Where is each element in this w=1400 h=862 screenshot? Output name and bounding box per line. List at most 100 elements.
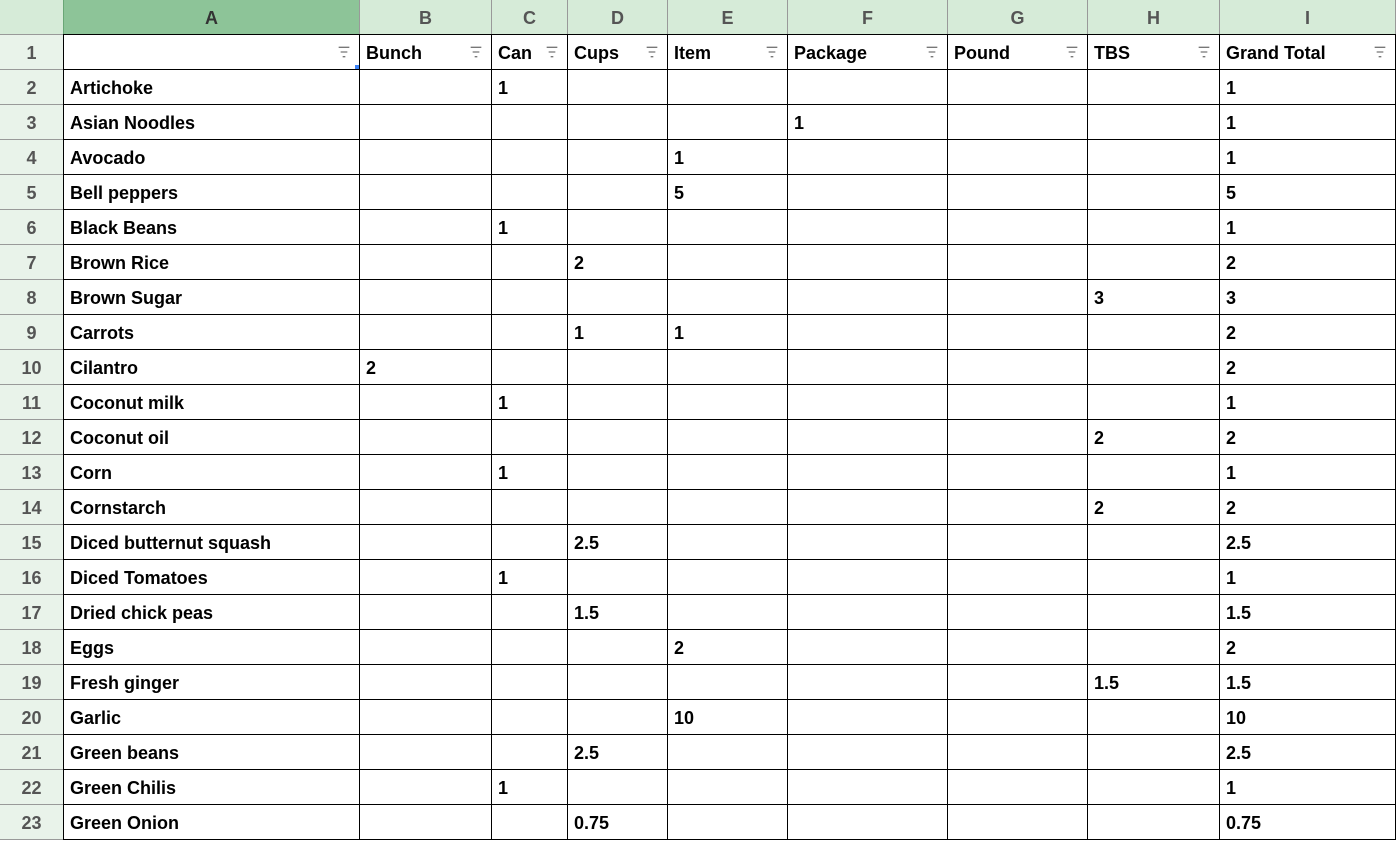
cell-B2[interactable] xyxy=(359,69,492,105)
column-header-E[interactable]: E xyxy=(667,0,788,35)
cell-F19[interactable] xyxy=(787,664,948,700)
cell-F7[interactable] xyxy=(787,244,948,280)
column-header-I[interactable]: I xyxy=(1219,0,1396,35)
cell-F20[interactable] xyxy=(787,699,948,735)
cell-A3[interactable]: Asian Noodles xyxy=(63,104,360,140)
cell-E20[interactable]: 10 xyxy=(667,699,788,735)
cell-G6[interactable] xyxy=(947,209,1088,245)
cell-E8[interactable] xyxy=(667,279,788,315)
cell-D18[interactable] xyxy=(567,629,668,665)
cell-F8[interactable] xyxy=(787,279,948,315)
row-header-18[interactable]: 18 xyxy=(0,629,64,665)
cell-E23[interactable] xyxy=(667,804,788,840)
filter-icon[interactable] xyxy=(465,41,487,63)
row-header-13[interactable]: 13 xyxy=(0,454,64,490)
cell-I16[interactable]: 1 xyxy=(1219,559,1396,595)
cell-D5[interactable] xyxy=(567,174,668,210)
cell-F2[interactable] xyxy=(787,69,948,105)
row-header-6[interactable]: 6 xyxy=(0,209,64,245)
cell-E11[interactable] xyxy=(667,384,788,420)
cell-D7[interactable]: 2 xyxy=(567,244,668,280)
column-header-G[interactable]: G xyxy=(947,0,1088,35)
cell-H19[interactable]: 1.5 xyxy=(1087,664,1220,700)
cell-B3[interactable] xyxy=(359,104,492,140)
cell-E10[interactable] xyxy=(667,349,788,385)
cell-F5[interactable] xyxy=(787,174,948,210)
cell-H13[interactable] xyxy=(1087,454,1220,490)
row-header-23[interactable]: 23 xyxy=(0,804,64,840)
cell-F18[interactable] xyxy=(787,629,948,665)
cell-D9[interactable]: 1 xyxy=(567,314,668,350)
cell-A8[interactable]: Brown Sugar xyxy=(63,279,360,315)
cell-G4[interactable] xyxy=(947,139,1088,175)
row-header-11[interactable]: 11 xyxy=(0,384,64,420)
cell-C2[interactable]: 1 xyxy=(491,69,568,105)
cell-I8[interactable]: 3 xyxy=(1219,279,1396,315)
cell-I17[interactable]: 1.5 xyxy=(1219,594,1396,630)
cell-G18[interactable] xyxy=(947,629,1088,665)
row-header-7[interactable]: 7 xyxy=(0,244,64,280)
cell-G22[interactable] xyxy=(947,769,1088,805)
cell-C10[interactable] xyxy=(491,349,568,385)
cell-B22[interactable] xyxy=(359,769,492,805)
filter-icon[interactable] xyxy=(761,41,783,63)
cell-B6[interactable] xyxy=(359,209,492,245)
cell-H11[interactable] xyxy=(1087,384,1220,420)
cell-D16[interactable] xyxy=(567,559,668,595)
cell-G7[interactable] xyxy=(947,244,1088,280)
cell-E3[interactable] xyxy=(667,104,788,140)
cell-D21[interactable]: 2.5 xyxy=(567,734,668,770)
cell-I20[interactable]: 10 xyxy=(1219,699,1396,735)
cell-D23[interactable]: 0.75 xyxy=(567,804,668,840)
cell-E19[interactable] xyxy=(667,664,788,700)
cell-D15[interactable]: 2.5 xyxy=(567,524,668,560)
header-cell-G[interactable]: Pound xyxy=(947,34,1088,70)
row-header-19[interactable]: 19 xyxy=(0,664,64,700)
row-header-2[interactable]: 2 xyxy=(0,69,64,105)
cell-B4[interactable] xyxy=(359,139,492,175)
row-header-17[interactable]: 17 xyxy=(0,594,64,630)
cell-I18[interactable]: 2 xyxy=(1219,629,1396,665)
row-header-4[interactable]: 4 xyxy=(0,139,64,175)
cell-H12[interactable]: 2 xyxy=(1087,419,1220,455)
cell-H7[interactable] xyxy=(1087,244,1220,280)
cell-H18[interactable] xyxy=(1087,629,1220,665)
cell-A7[interactable]: Brown Rice xyxy=(63,244,360,280)
column-header-A[interactable]: A xyxy=(63,0,360,35)
cell-I19[interactable]: 1.5 xyxy=(1219,664,1396,700)
cell-F11[interactable] xyxy=(787,384,948,420)
cell-H17[interactable] xyxy=(1087,594,1220,630)
cell-E6[interactable] xyxy=(667,209,788,245)
cell-H9[interactable] xyxy=(1087,314,1220,350)
header-cell-F[interactable]: Package xyxy=(787,34,948,70)
filter-icon[interactable] xyxy=(641,41,663,63)
cell-G15[interactable] xyxy=(947,524,1088,560)
cell-I3[interactable]: 1 xyxy=(1219,104,1396,140)
cell-E7[interactable] xyxy=(667,244,788,280)
cell-C14[interactable] xyxy=(491,489,568,525)
cell-D13[interactable] xyxy=(567,454,668,490)
cell-C5[interactable] xyxy=(491,174,568,210)
cell-H14[interactable]: 2 xyxy=(1087,489,1220,525)
cell-F9[interactable] xyxy=(787,314,948,350)
cell-B18[interactable] xyxy=(359,629,492,665)
cell-D17[interactable]: 1.5 xyxy=(567,594,668,630)
cell-G2[interactable] xyxy=(947,69,1088,105)
cell-A22[interactable]: Green Chilis xyxy=(63,769,360,805)
cell-F17[interactable] xyxy=(787,594,948,630)
cell-A17[interactable]: Dried chick peas xyxy=(63,594,360,630)
cell-G17[interactable] xyxy=(947,594,1088,630)
cell-A16[interactable]: Diced Tomatoes xyxy=(63,559,360,595)
header-cell-H[interactable]: TBS xyxy=(1087,34,1220,70)
cell-G16[interactable] xyxy=(947,559,1088,595)
cell-D4[interactable] xyxy=(567,139,668,175)
cell-I2[interactable]: 1 xyxy=(1219,69,1396,105)
row-header-14[interactable]: 14 xyxy=(0,489,64,525)
cell-D22[interactable] xyxy=(567,769,668,805)
cell-I6[interactable]: 1 xyxy=(1219,209,1396,245)
cell-C22[interactable]: 1 xyxy=(491,769,568,805)
cell-C23[interactable] xyxy=(491,804,568,840)
cell-A2[interactable]: Artichoke xyxy=(63,69,360,105)
cell-E5[interactable]: 5 xyxy=(667,174,788,210)
header-cell-E[interactable]: Item xyxy=(667,34,788,70)
